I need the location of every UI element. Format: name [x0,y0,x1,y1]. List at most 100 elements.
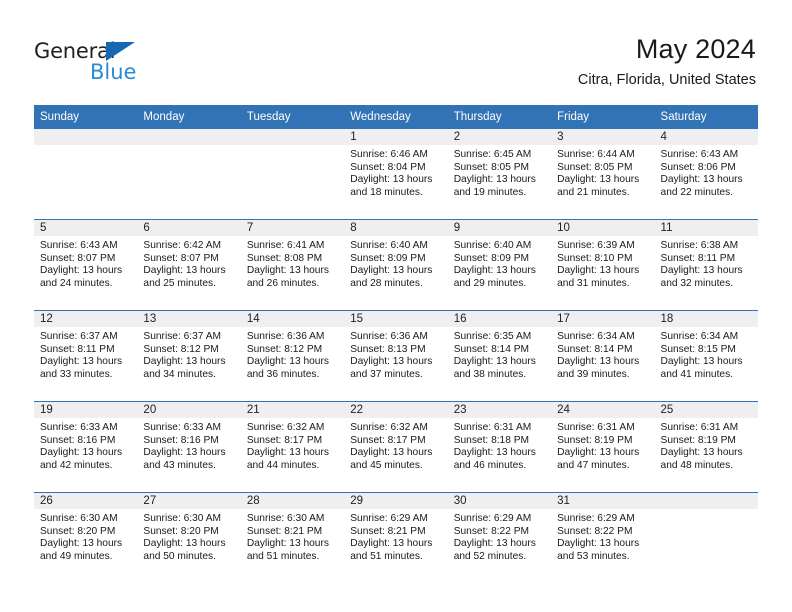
calendar-day-2[interactable]: 2 Sunrise: 6:45 AM Sunset: 8:05 PM Daylight… [447,129,552,219]
calendar-day-29[interactable]: 29 Sunrise: 6:29 AM Sunset: 8:21 PM Dayligh… [344,493,448,583]
calendar-day-14[interactable]: 14 Sunrise: 6:36 AM Sunset: 8:12 PM Dayligh… [240,311,345,401]
day-detail-line: Sunrise: 6:42 AM [143,240,222,251]
calendar-day-4[interactable]: 4 Sunrise: 6:43 AM Sunset: 8:06 PM Daylight… [654,129,758,219]
day-detail-line: Sunset: 8:11 PM [40,343,115,355]
day-detail-line: Sunrise: 6:33 AM [40,422,118,433]
day-number: 29 [344,493,448,509]
calendar-cell: 18 Sunrise: 6:34 AM Sunset: 8:15 PM Dayligh… [654,310,758,402]
day-detail-line: Daylight: 13 hours [453,447,536,459]
day-number: 30 [447,493,552,509]
calendar-day-7[interactable]: 7 Sunrise: 6:41 AM Sunset: 8:08 PM Daylight… [240,220,345,310]
calendar-page: General Blue May 2024 Citra, Florida, Un… [0,0,792,612]
day-detail-line: and 31 minutes. [557,277,630,289]
day-detail-line: Sunrise: 6:29 AM [557,513,635,524]
day-detail-line: Sunrise: 6:31 AM [557,422,635,433]
day-detail-line: and 34 minutes. [143,368,216,380]
calendar-day-18[interactable]: 18 Sunrise: 6:34 AM Sunset: 8:15 PM Dayligh… [654,311,758,401]
day-detail-line: and 43 minutes. [143,459,216,471]
day-detail-line: Daylight: 13 hours [557,265,640,277]
calendar-day-12[interactable]: 12 Sunrise: 6:37 AM Sunset: 8:11 PM Dayligh… [34,311,138,401]
calendar-day-8[interactable]: 8 Sunrise: 6:40 AM Sunset: 8:09 PM Daylight… [344,220,448,310]
day-detail-line: and 22 minutes. [660,186,734,198]
day-number: 1 [344,129,448,145]
calendar-week-row: 26 Sunrise: 6:30 AM Sunset: 8:20 PM Dayligh… [34,492,758,583]
calendar-cell: 21 Sunrise: 6:32 AM Sunset: 8:17 PM Dayligh… [240,401,345,493]
day-detail-line: and 53 minutes. [557,550,630,562]
calendar-cell: 25 Sunrise: 6:31 AM Sunset: 8:19 PM Dayligh… [654,401,758,493]
calendar-day-30[interactable]: 30 Sunrise: 6:29 AM Sunset: 8:22 PM Dayligh… [447,493,552,583]
calendar-day-9[interactable]: 9 Sunrise: 6:40 AM Sunset: 8:09 PM Daylight… [447,220,552,310]
day-details: Sunrise: 6:44 AM Sunset: 8:05 PM Daylight:… [551,145,654,199]
day-detail-line: Sunset: 8:14 PM [453,343,530,355]
calendar-day-28[interactable]: 28 Sunrise: 6:30 AM Sunset: 8:21 PM Dayligh… [240,493,345,583]
calendar-cell: 7 Sunrise: 6:41 AM Sunset: 8:08 PM Daylight… [240,219,345,311]
calendar-day-20[interactable]: 20 Sunrise: 6:33 AM Sunset: 8:16 PM Dayligh… [137,402,241,492]
day-detail-line: Sunrise: 6:32 AM [246,422,325,433]
day-details: Sunrise: 6:32 AM Sunset: 8:17 PM Daylight:… [344,418,447,472]
day-detail-line: Daylight: 13 hours [143,265,226,277]
day-number: 6 [137,220,241,236]
calendar-day-23[interactable]: 23 Sunrise: 6:31 AM Sunset: 8:18 PM Dayligh… [447,402,552,492]
calendar-cell: 19 Sunrise: 6:33 AM Sunset: 8:16 PM Dayligh… [34,401,138,493]
calendar-day-6[interactable]: 6 Sunrise: 6:42 AM Sunset: 8:07 PM Daylight… [137,220,241,310]
day-number [34,129,138,145]
calendar-cell: 27 Sunrise: 6:30 AM Sunset: 8:20 PM Dayligh… [137,492,241,583]
day-detail-line: Sunrise: 6:30 AM [143,513,222,524]
calendar-cell: 30 Sunrise: 6:29 AM Sunset: 8:22 PM Dayligh… [447,492,552,583]
day-detail-line: Sunrise: 6:44 AM [557,149,635,160]
calendar-day-16[interactable]: 16 Sunrise: 6:35 AM Sunset: 8:14 PM Dayligh… [447,311,552,401]
day-details: Sunrise: 6:41 AM Sunset: 8:08 PM Daylight:… [241,236,344,290]
calendar-day-31[interactable]: 31 Sunrise: 6:29 AM Sunset: 8:22 PM Dayligh… [551,493,655,583]
day-number: 19 [34,402,138,418]
day-detail-line: Daylight: 13 hours [557,538,640,550]
calendar-cell-empty [654,493,758,583]
calendar-day-21[interactable]: 21 Sunrise: 6:32 AM Sunset: 8:17 PM Dayligh… [240,402,345,492]
day-details: Sunrise: 6:38 AM Sunset: 8:11 PM Daylight:… [655,236,758,290]
day-detail-line: and 51 minutes. [246,550,320,562]
day-detail-line: Sunrise: 6:31 AM [660,422,739,433]
day-detail-line: and 19 minutes. [453,186,527,198]
day-number: 20 [137,402,241,418]
day-details [655,509,758,513]
day-number: 9 [447,220,552,236]
calendar-cell: 5 Sunrise: 6:43 AM Sunset: 8:07 PM Daylight… [34,219,138,311]
calendar-day-15[interactable]: 15 Sunrise: 6:36 AM Sunset: 8:13 PM Dayligh… [344,311,448,401]
day-detail-line: and 36 minutes. [246,368,320,380]
weekday-header-sunday: Sunday [34,105,138,129]
day-detail-line: Sunrise: 6:40 AM [350,240,428,251]
day-number [137,129,241,145]
weekday-header-row: Sunday Monday Tuesday Wednesday Thursday Frid… [34,105,758,129]
day-detail-line: and 21 minutes. [557,186,630,198]
day-details: Sunrise: 6:31 AM Sunset: 8:19 PM Daylight:… [551,418,654,472]
day-detail-line: Sunset: 8:18 PM [453,434,530,446]
calendar-day-25[interactable]: 25 Sunrise: 6:31 AM Sunset: 8:19 PM Dayligh… [654,402,758,492]
calendar-day-19[interactable]: 19 Sunrise: 6:33 AM Sunset: 8:16 PM Dayligh… [34,402,138,492]
day-detail-line: Sunset: 8:06 PM [660,161,736,173]
day-detail-line: Sunset: 8:22 PM [557,525,633,537]
day-detail-line: and 28 minutes. [350,277,423,289]
day-detail-line: Daylight: 13 hours [350,265,433,277]
logo-triangle-icon [106,42,135,61]
calendar-day-11[interactable]: 11 Sunrise: 6:38 AM Sunset: 8:11 PM Dayligh… [654,220,758,310]
day-detail-line: Sunset: 8:19 PM [557,434,633,446]
calendar-day-22[interactable]: 22 Sunrise: 6:32 AM Sunset: 8:17 PM Dayligh… [344,402,448,492]
day-details: Sunrise: 6:33 AM Sunset: 8:16 PM Daylight:… [34,418,137,472]
day-detail-line: Daylight: 13 hours [143,447,226,459]
day-detail-line: and 45 minutes. [350,459,423,471]
calendar-day-17[interactable]: 17 Sunrise: 6:34 AM Sunset: 8:14 PM Dayligh… [551,311,655,401]
calendar-day-13[interactable]: 13 Sunrise: 6:37 AM Sunset: 8:12 PM Dayligh… [137,311,241,401]
calendar-day-10[interactable]: 10 Sunrise: 6:39 AM Sunset: 8:10 PM Dayligh… [551,220,655,310]
calendar-day-1[interactable]: 1 Sunrise: 6:46 AM Sunset: 8:04 PM Daylight… [344,129,448,219]
day-number: 27 [137,493,241,509]
calendar-day-3[interactable]: 3 Sunrise: 6:44 AM Sunset: 8:05 PM Daylight… [551,129,655,219]
calendar-day-5[interactable]: 5 Sunrise: 6:43 AM Sunset: 8:07 PM Daylight… [34,220,138,310]
day-detail-line: and 18 minutes. [350,186,423,198]
day-number [240,129,345,145]
calendar-day-27[interactable]: 27 Sunrise: 6:30 AM Sunset: 8:20 PM Dayligh… [137,493,241,583]
calendar-cell: 23 Sunrise: 6:31 AM Sunset: 8:18 PM Dayligh… [447,401,552,493]
day-detail-line: Daylight: 13 hours [246,538,329,550]
calendar-cell: 11 Sunrise: 6:38 AM Sunset: 8:11 PM Dayligh… [654,219,758,311]
calendar-day-24[interactable]: 24 Sunrise: 6:31 AM Sunset: 8:19 PM Dayligh… [551,402,655,492]
day-detail-line: Daylight: 13 hours [660,356,743,368]
calendar-day-26[interactable]: 26 Sunrise: 6:30 AM Sunset: 8:20 PM Dayligh… [34,493,138,583]
